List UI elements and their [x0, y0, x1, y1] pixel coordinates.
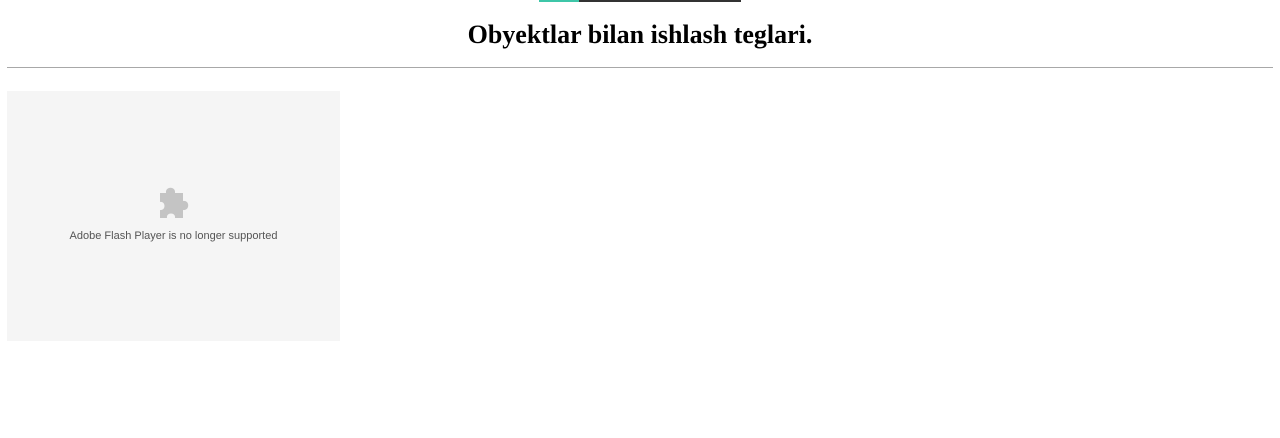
puzzle-piece-icon	[160, 187, 189, 218]
divider	[7, 67, 1273, 68]
flash-plugin-placeholder: Adobe Flash Player is no longer supporte…	[7, 91, 340, 341]
page-title: Obyektlar bilan ishlash teglari.	[467, 20, 813, 49]
plugin-unsupported-message: Adobe Flash Player is no longer supporte…	[69, 230, 278, 242]
top-nav-bar	[539, 0, 741, 2]
top-nav-accent	[539, 0, 579, 2]
